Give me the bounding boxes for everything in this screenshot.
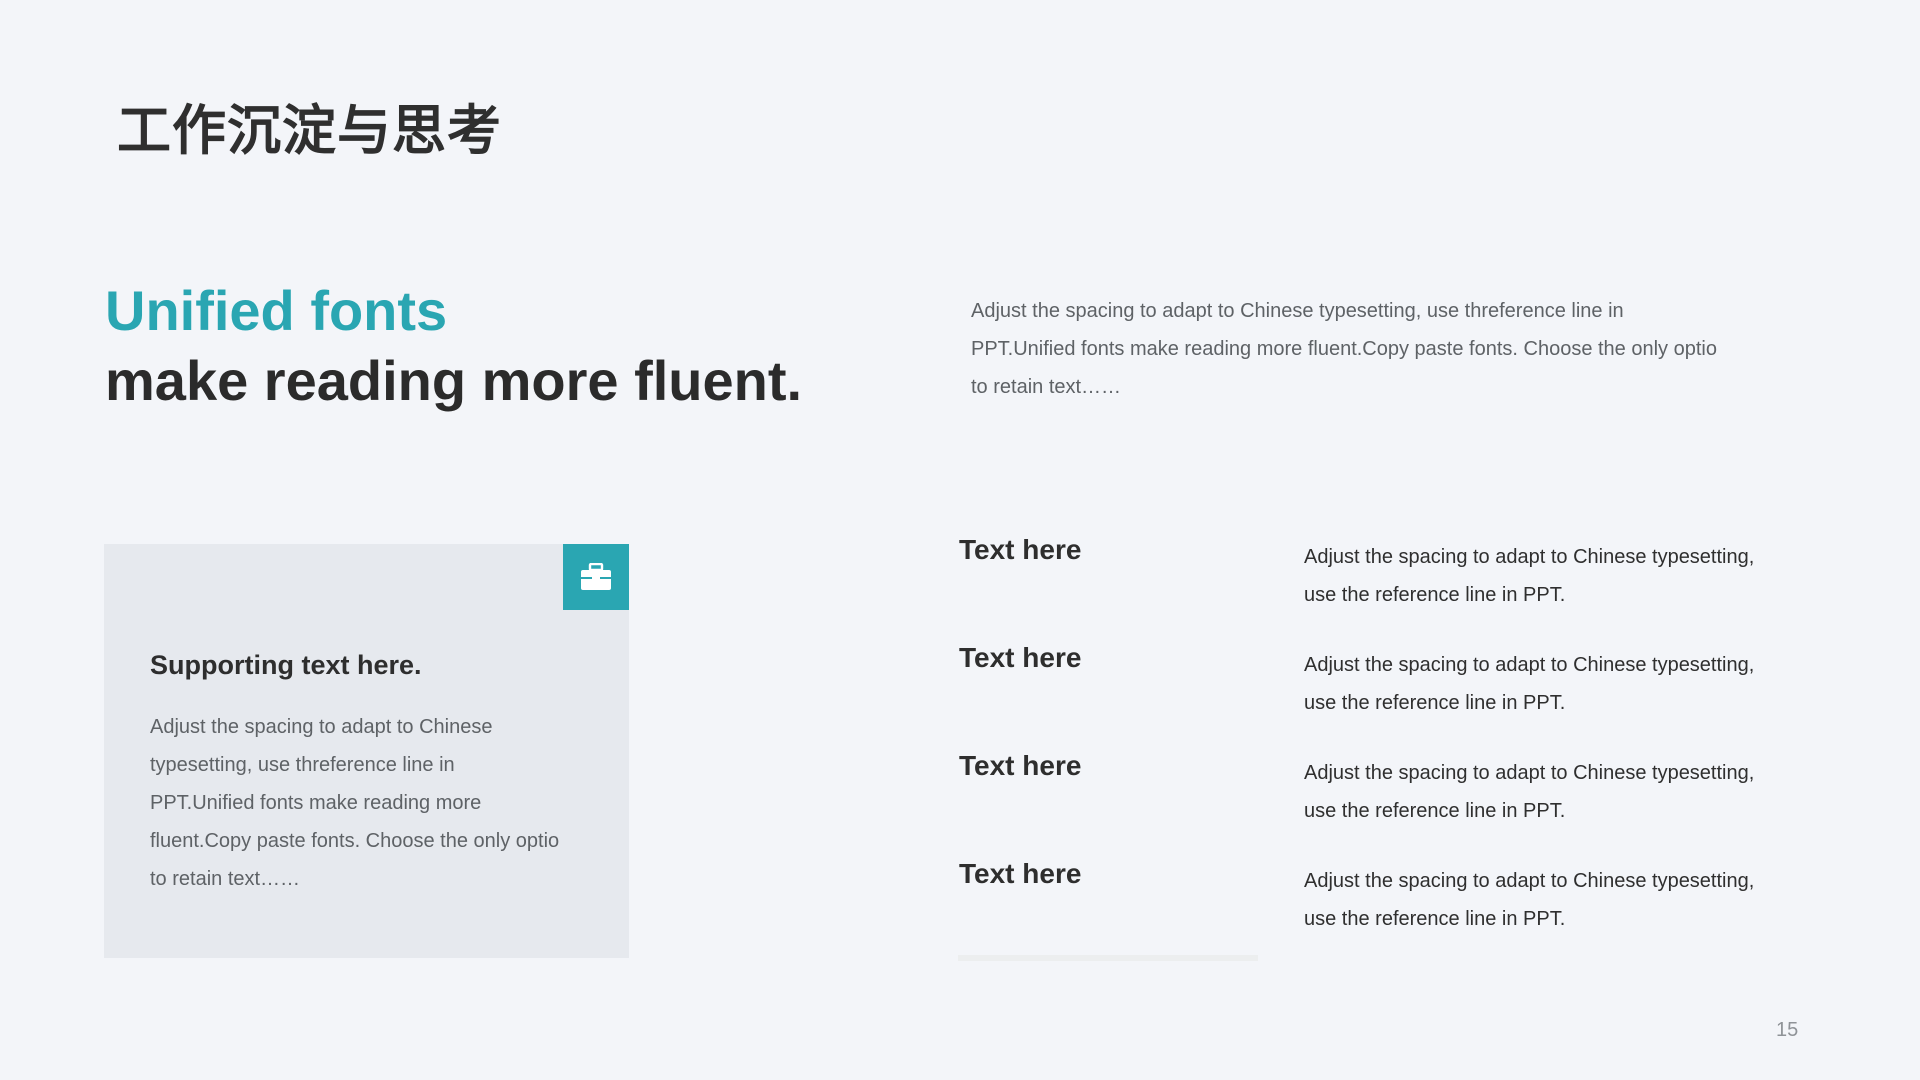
- headline: Unified fonts make reading more fluent.: [105, 276, 802, 416]
- intro-paragraph: Adjust the spacing to adapt to Chinese t…: [971, 300, 1717, 398]
- toolbox-icon: [581, 563, 611, 590]
- item-description: Adjust the spacing to adapt to Chinese t…: [1304, 546, 1755, 606]
- list-item: Text here Adjust the spacing to adapt to…: [959, 642, 1789, 732]
- item-title: Text here: [959, 858, 1082, 889]
- item-description: Adjust the spacing to adapt to Chinese t…: [1304, 870, 1755, 930]
- list-item: Text here Adjust the spacing to adapt to…: [959, 858, 1789, 948]
- item-description: Adjust the spacing to adapt to Chinese t…: [1304, 762, 1755, 822]
- item-title: Text here: [959, 750, 1082, 781]
- item-description: Adjust the spacing to adapt to Chinese t…: [1304, 654, 1755, 714]
- item-title: Text here: [959, 642, 1082, 673]
- headline-main: make reading more fluent.: [105, 349, 803, 412]
- page-title: 工作沉淀与思考: [117, 99, 502, 162]
- headline-accent: Unified fonts: [105, 279, 448, 342]
- list-item: Text here Adjust the spacing to adapt to…: [959, 534, 1789, 624]
- list-item: Text here Adjust the spacing to adapt to…: [959, 750, 1789, 840]
- support-card: Supporting text here. Adjust the spacing…: [104, 544, 629, 958]
- card-heading: Supporting text here.: [150, 650, 422, 680]
- card-body: Adjust the spacing to adapt to Chinese t…: [150, 716, 560, 890]
- page-number: 15: [1776, 1019, 1799, 1041]
- item-title: Text here: [959, 534, 1082, 565]
- divider-line: [958, 955, 1258, 961]
- card-icon-box: [563, 544, 629, 610]
